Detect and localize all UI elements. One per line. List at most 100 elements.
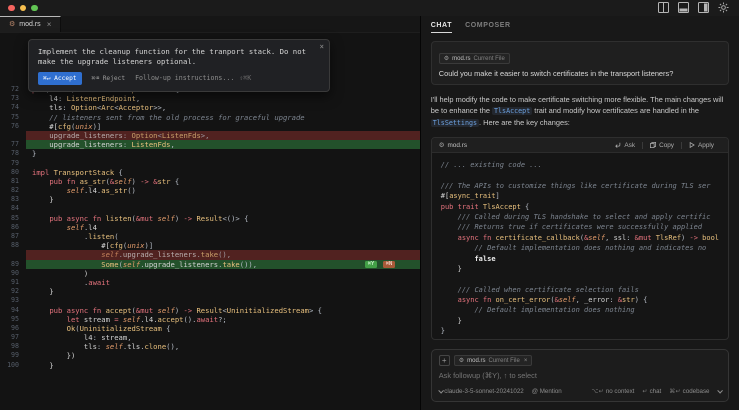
chip-file-name: mod.rs [467, 357, 486, 364]
split-editor-icon[interactable] [658, 2, 669, 13]
model-selector[interactable]: claude-3-5-sonnet-20241022 [438, 388, 524, 395]
line-number: 83 [11, 195, 19, 204]
code-line: 87 .listen( [0, 232, 420, 241]
minimize-window-icon[interactable] [19, 4, 26, 12]
line-number: 87 [11, 232, 19, 240]
close-prompt-icon[interactable]: × [319, 42, 324, 52]
followup-instructions-button[interactable]: Follow-up instructions... ⇧⌘K [135, 74, 251, 84]
code-line: async fn on_cert_error(&self, _error: &s… [457, 296, 648, 305]
line-number: 80 [11, 167, 19, 176]
chip-file-label: Current File [473, 55, 505, 62]
accept-button[interactable]: ⌘↵ Accept [38, 72, 82, 85]
editor-pane: ⚙ mod.rs × × Implement the cleanup funct… [0, 16, 420, 410]
inline-code[interactable]: TlsAccept [491, 107, 533, 115]
codebase-hint[interactable]: ⌘↵ codebase [669, 388, 709, 395]
prompt-text: Implement the cleanup function for the t… [38, 47, 306, 66]
zoom-window-icon[interactable] [31, 4, 38, 12]
apply-button[interactable]: Apply [681, 141, 721, 149]
chip-file-label: Current File [488, 357, 520, 364]
chevron-down-icon [438, 388, 443, 393]
editor-tab-bar: ⚙ mod.rs × [0, 16, 420, 33]
code-line: 81 pub fn as_str(&self) -> &str { [0, 177, 420, 186]
add-context-button[interactable]: + [438, 355, 450, 366]
window-controls [8, 4, 38, 12]
code-block-content: // ... existing code ... /// The APIs to … [432, 153, 728, 339]
accept-diff-badge[interactable]: ⌘Y [365, 260, 377, 268]
code-line: /// The APIs to customize things like ce… [440, 181, 711, 190]
close-tab-icon[interactable]: × [47, 20, 52, 29]
code-line: // Default implementation does nothing a… [440, 244, 707, 253]
copy-button[interactable]: Copy [642, 141, 681, 149]
line-number: 79 [11, 158, 19, 167]
tab-label: mod.rs [19, 21, 41, 28]
line-number: 98 [11, 342, 19, 351]
code-line: 85 pub async fn listen(&mut self) -> Res… [0, 214, 420, 223]
line-number: 99 [11, 351, 19, 360]
line-number: 86 [11, 222, 19, 231]
toggle-panel-icon[interactable] [678, 2, 689, 13]
input-context-chip[interactable]: ⚙ mod.rs Current File × [453, 355, 533, 366]
line-number [0, 250, 26, 259]
toggle-secondary-sidebar-icon[interactable] [698, 2, 709, 13]
reject-diff-badge[interactable]: ⌘N [383, 260, 395, 268]
line-number: 84 [11, 204, 19, 213]
line-number: 78 [11, 149, 19, 158]
code-line: 94 pub async fn accept(&mut self) -> Res… [0, 306, 420, 315]
chat-input-box[interactable]: + ⚙ mod.rs Current File × Ask followup (… [430, 349, 729, 402]
user-message-text: Could you make it easier to switch certi… [438, 69, 674, 78]
code-line: 84 [0, 204, 420, 213]
code-line: upgrade_listeners: Option<ListenFds>, [0, 130, 420, 141]
code-line: 90 ) [0, 269, 420, 278]
code-line: 83 } [0, 195, 420, 204]
tab-mod-rs[interactable]: ⚙ mod.rs × [0, 16, 62, 32]
mention-button[interactable]: @ Mention [532, 388, 562, 395]
reject-button[interactable]: ⌘⌫ Reject [92, 74, 126, 84]
line-number: 77 [11, 140, 19, 149]
chevron-down-icon[interactable] [716, 388, 722, 393]
code-line: 93 [0, 296, 420, 305]
close-window-icon[interactable] [8, 4, 15, 12]
code-line: 96 Ok(UninitializedStream { [0, 324, 420, 333]
inline-code[interactable]: TlsSettings [430, 119, 480, 127]
line-number: 76 [11, 121, 19, 130]
code-block-header: ⚙ mod.rs Ask Copy Apply [431, 138, 728, 153]
tab-composer[interactable]: COMPOSER [465, 22, 511, 33]
chat-panel: CHAT COMPOSER ⚙ mod.rs Current File Coul… [419, 16, 739, 410]
code-line: 99 }) [0, 351, 420, 360]
rust-file-icon: ⚙ [443, 56, 450, 62]
context-file-chip[interactable]: ⚙ mod.rs Current File [438, 53, 510, 64]
code-line: /// Called during TLS handshake to selec… [440, 212, 711, 221]
chat-input-placeholder[interactable]: Ask followup (⌘Y), ↑ to select [439, 371, 721, 380]
rust-file-icon: ⚙ [458, 358, 465, 364]
tab-chat[interactable]: CHAT [430, 22, 453, 33]
chat-submit-hint[interactable]: ↵ chat [642, 388, 661, 395]
code-line: } [440, 264, 462, 273]
chat-code-block: ⚙ mod.rs Ask Copy Apply // ... existing … [430, 137, 729, 340]
remove-context-icon[interactable]: × [524, 358, 528, 364]
code-block-file: ⚙ mod.rs [438, 141, 468, 150]
code-line: async fn certificate_callback(&self, ssl… [457, 233, 719, 242]
code-line: 92 } [0, 287, 420, 296]
line-number: 91 [11, 277, 19, 286]
line-number: 97 [11, 333, 19, 342]
user-message: ⚙ mod.rs Current File Could you make it … [430, 41, 729, 85]
settings-gear-icon[interactable] [718, 2, 729, 13]
line-number [0, 131, 26, 140]
line-number: 93 [11, 296, 19, 305]
followup-shortcut: ⇧⌘K [239, 73, 252, 82]
code-line: 73 l4: ListenerEndpoint, [0, 94, 420, 103]
line-number: 90 [11, 268, 19, 277]
code-line: self.upgrade_listeners.take(), [0, 250, 420, 260]
line-number: 72 [11, 85, 19, 93]
code-line: 86 self.l4 [0, 223, 420, 232]
code-line: // ... existing code ... [440, 161, 542, 169]
ask-button[interactable]: Ask [608, 142, 642, 149]
code-line: 97 l4: stream, [0, 333, 420, 342]
code-line: 80 impl TransportStack { [0, 168, 420, 177]
line-number: 85 [11, 213, 19, 222]
code-editor[interactable]: × Implement the cleanup function for the… [0, 33, 420, 410]
code-lines: 72pub(crate) struct TransportStack {73 l… [0, 85, 420, 370]
no-context-hint[interactable]: ⌥↵ no context [592, 388, 635, 395]
titlebar [0, 0, 739, 16]
